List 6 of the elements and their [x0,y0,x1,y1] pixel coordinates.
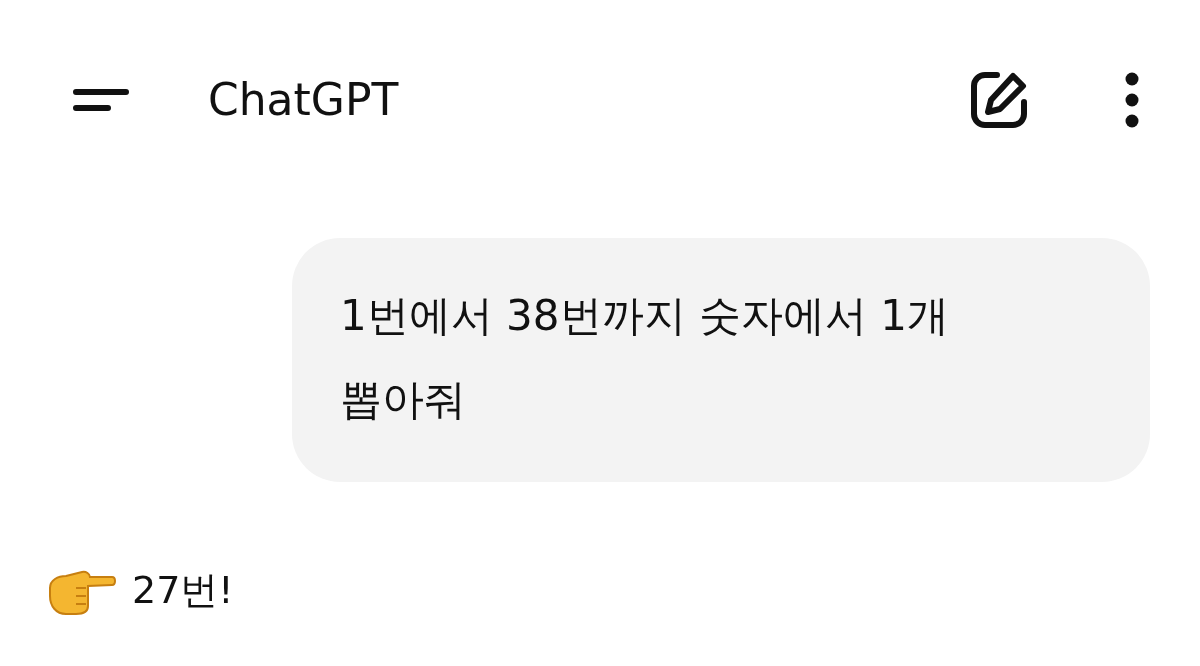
more-options-icon[interactable] [1124,71,1140,129]
menu-icon[interactable] [72,89,130,111]
edit-icon[interactable] [969,70,1029,130]
reply-text: 27번! [132,567,234,614]
app-title: ChatGPT [208,73,399,127]
message-text: 1번에서 38번까지 숫자에서 1개 뽑아줘 [340,290,950,426]
